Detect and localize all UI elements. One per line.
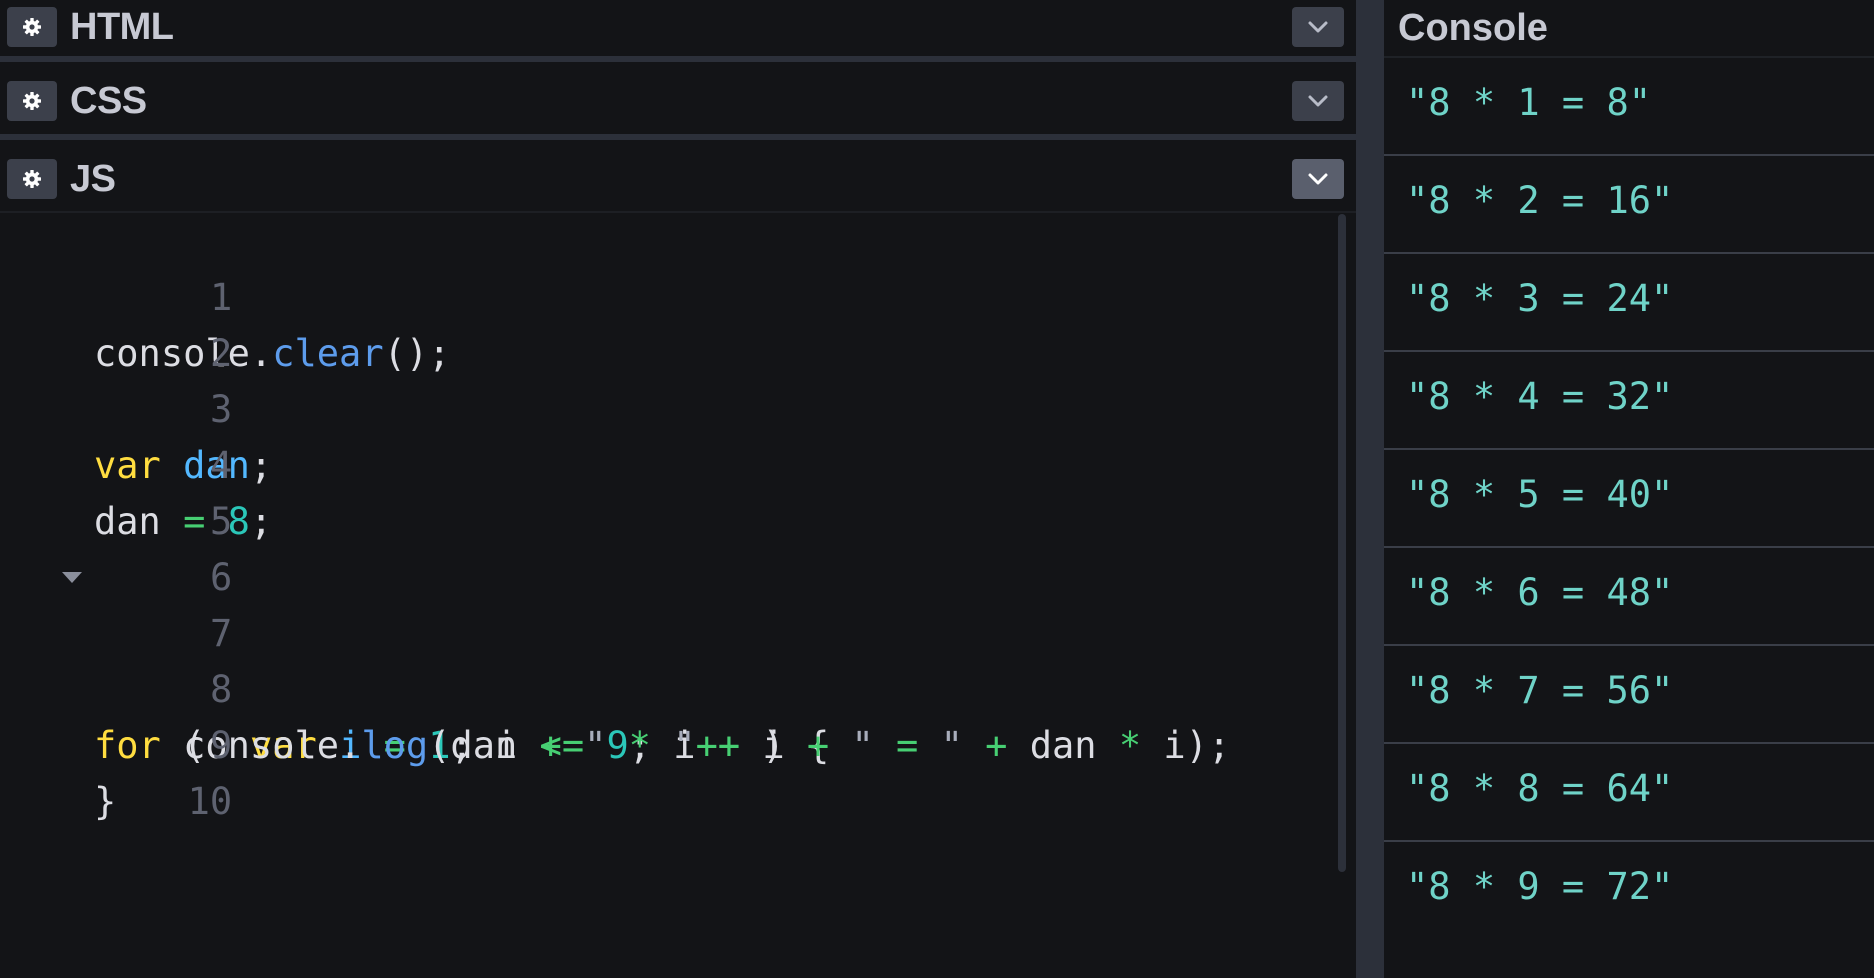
- code-line[interactable]: 10: [0, 718, 233, 823]
- code-token: *: [628, 724, 651, 767]
- line-number: 10: [187, 780, 233, 823]
- code-line[interactable]: 4 dan = 8;: [0, 382, 272, 543]
- js-pane-header[interactable]: JS: [0, 152, 1356, 206]
- css-pane-title: CSS: [70, 80, 147, 122]
- code-line[interactable]: 1 console.clear();: [0, 214, 450, 375]
- pane-resize-handle[interactable]: [0, 134, 1356, 140]
- code-token: .: [249, 332, 273, 375]
- editor-panels: HTML CSS JS 1 console.clear(); 2 3 var d…: [0, 0, 1356, 978]
- code-token: =: [896, 724, 919, 767]
- line-number: 9: [209, 724, 233, 767]
- console-entry-text: "8 * 2 = 16": [1406, 179, 1674, 222]
- js-collapse-button[interactable]: [1292, 159, 1344, 199]
- panel-resize-divider[interactable]: [1356, 0, 1384, 978]
- chevron-down-icon: [1308, 21, 1328, 33]
- code-token: log: [361, 724, 429, 767]
- console-entry-text: "8 * 9 = 72": [1406, 865, 1674, 908]
- line-number: 2: [209, 332, 233, 375]
- code-line[interactable]: 2: [0, 270, 232, 375]
- pane-header-border: [0, 211, 1356, 213]
- console-entry: "8 * 2 = 16": [1384, 156, 1874, 254]
- code-token: .: [339, 724, 362, 767]
- console-entry: "8 * 4 = 32": [1384, 352, 1874, 450]
- console-entry: "8 * 9 = 72": [1384, 842, 1874, 940]
- js-code-editor[interactable]: 1 console.clear(); 2 3 var dan; 4 dan = …: [0, 214, 1356, 978]
- code-token: ": [940, 724, 963, 767]
- html-pane-title: HTML: [70, 6, 174, 48]
- css-collapse-button[interactable]: [1292, 81, 1344, 121]
- css-pane-header[interactable]: CSS: [0, 74, 1356, 128]
- js-settings-button[interactable]: [7, 159, 57, 199]
- css-settings-button[interactable]: [7, 81, 57, 121]
- editor-scrollbar[interactable]: [1338, 214, 1346, 872]
- line-number: 8: [209, 668, 233, 711]
- line-number: 5: [209, 500, 233, 543]
- code-token: (dan: [428, 724, 518, 767]
- codepen-editor: HTML CSS JS 1 console.clear(); 2 3 var d…: [0, 0, 1874, 978]
- code-token: +: [806, 724, 830, 767]
- console-entry: "8 * 8 = 64": [1384, 744, 1874, 842]
- line-number: 7: [209, 612, 233, 655]
- console-panel: Console "8 * 1 = 8" "8 * 2 = 16" "8 * 3 …: [1384, 0, 1874, 978]
- code-token: ": [584, 724, 607, 767]
- code-line[interactable]: 7 for ( var i = 1; i <= 9; i++ ) {: [0, 550, 829, 767]
- line-number: 1: [209, 276, 233, 319]
- console-entry-text: "8 * 6 = 48": [1406, 571, 1674, 614]
- code-token: +: [539, 724, 562, 767]
- console-entry-text: "8 * 3 = 24": [1406, 277, 1674, 320]
- chevron-down-icon: [1308, 173, 1328, 185]
- code-token: ;: [249, 500, 273, 543]
- html-pane-header[interactable]: HTML: [0, 0, 1356, 54]
- console-entry: "8 * 5 = 40": [1384, 450, 1874, 548]
- code-line[interactable]: 6: [0, 494, 232, 599]
- line-number: 4: [209, 444, 233, 487]
- fold-arrow-icon[interactable]: [62, 572, 82, 583]
- console-entry-text: "8 * 1 = 8": [1406, 81, 1652, 124]
- code-token: ;: [249, 444, 273, 487]
- js-pane-title: JS: [70, 158, 116, 200]
- code-token: ": [673, 724, 696, 767]
- code-token: +: [985, 724, 1008, 767]
- code-token: ();: [383, 332, 451, 375]
- html-collapse-button[interactable]: [1292, 7, 1344, 47]
- code-token: dan: [1029, 724, 1097, 767]
- code-line[interactable]: 9 }: [0, 662, 232, 823]
- console-entry: "8 * 6 = 48": [1384, 548, 1874, 646]
- code-token: *: [1118, 724, 1142, 767]
- code-token: i);: [1163, 724, 1231, 767]
- code-token: ": [851, 724, 874, 767]
- code-line[interactable]: 5: [0, 438, 232, 543]
- code-line[interactable]: 3 var dan;: [0, 326, 272, 487]
- chevron-down-icon: [1308, 95, 1328, 107]
- gear-icon: [23, 170, 41, 188]
- pane-resize-handle[interactable]: [0, 56, 1356, 62]
- gear-icon: [23, 92, 41, 110]
- console-entry-text: "8 * 4 = 32": [1406, 375, 1674, 418]
- gear-icon: [23, 18, 41, 36]
- console-title: Console: [1398, 7, 1548, 49]
- code-line[interactable]: 8 console.log(dan + " * " + i + " = " + …: [0, 606, 1230, 767]
- console-entry-text: "8 * 5 = 40": [1406, 473, 1674, 516]
- console-entry: "8 * 3 = 24": [1384, 254, 1874, 352]
- line-number: 6: [209, 556, 233, 599]
- console-entry-text: "8 * 7 = 56": [1406, 669, 1674, 712]
- console-entry: "8 * 1 = 8": [1384, 58, 1874, 156]
- code-token: i: [762, 724, 785, 767]
- console-entry: "8 * 7 = 56": [1384, 646, 1874, 744]
- code-token: clear: [272, 332, 384, 375]
- line-number: 3: [209, 388, 233, 431]
- html-settings-button[interactable]: [7, 7, 57, 47]
- code-token: +: [717, 724, 741, 767]
- console-entry-text: "8 * 8 = 64": [1406, 767, 1674, 810]
